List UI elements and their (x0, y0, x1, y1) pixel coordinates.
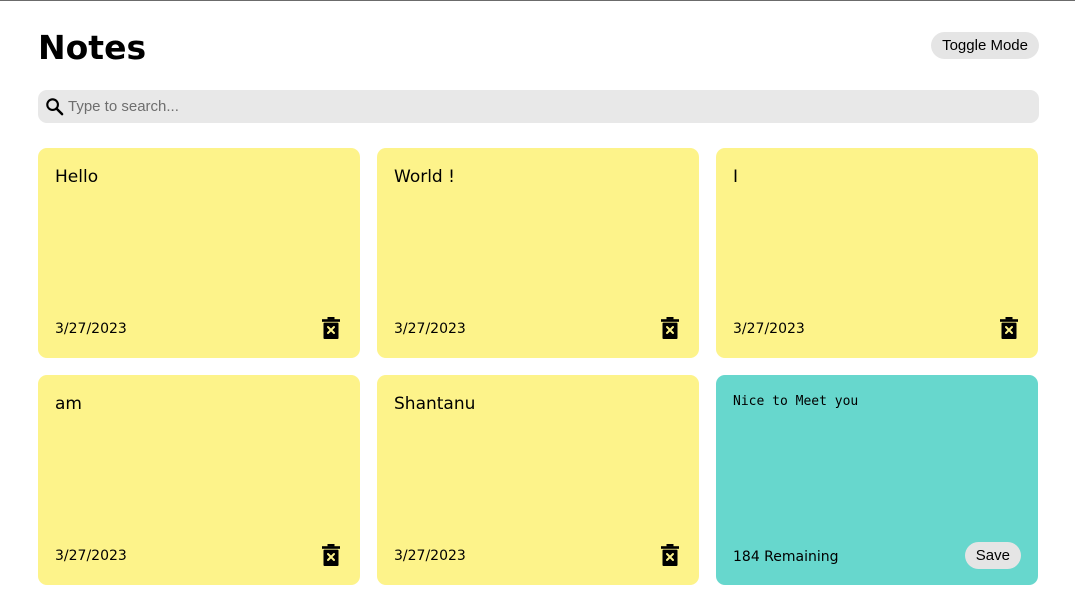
note-date: 3/27/2023 (394, 321, 466, 337)
search-input[interactable] (66, 97, 970, 116)
note-date: 3/27/2023 (733, 321, 805, 337)
delete-icon[interactable] (322, 544, 340, 566)
note-date: 3/27/2023 (55, 321, 127, 337)
save-button[interactable]: Save (964, 542, 1021, 569)
note-date: 3/27/2023 (394, 548, 466, 564)
delete-icon[interactable] (661, 317, 679, 339)
note-text: Shantanu (394, 394, 476, 414)
note-text: I (733, 167, 739, 187)
new-note-card: Nice to Meet you 184 Remaining Save (716, 375, 1038, 585)
toggle-mode-button[interactable]: Toggle Mode (931, 32, 1039, 59)
note-card: World ! 3/27/2023 (377, 148, 699, 358)
note-text: World ! (394, 167, 455, 187)
note-text: Hello (55, 167, 99, 187)
note-card: Hello 3/27/2023 (38, 148, 360, 358)
delete-icon[interactable] (322, 317, 340, 339)
note-card: I 3/27/2023 (716, 148, 1038, 358)
characters-remaining: 184 Remaining (733, 549, 839, 565)
notes-grid: Hello 3/27/2023 World ! 3/27/2023 I 3/27… (38, 148, 1039, 585)
search-icon (46, 98, 64, 116)
search-bar (38, 90, 1039, 123)
note-card: am 3/27/2023 (38, 375, 360, 585)
delete-icon[interactable] (1000, 317, 1018, 339)
new-note-textarea[interactable]: Nice to Meet you (733, 393, 1021, 533)
app-container: Notes Toggle Mode Hello 3/27/2023 World … (38, 1, 1039, 585)
page-title: Notes (38, 28, 147, 67)
note-text: am (55, 394, 82, 414)
header: Notes Toggle Mode (38, 1, 1039, 89)
note-date: 3/27/2023 (55, 548, 127, 564)
note-card: Shantanu 3/27/2023 (377, 375, 699, 585)
delete-icon[interactable] (661, 544, 679, 566)
